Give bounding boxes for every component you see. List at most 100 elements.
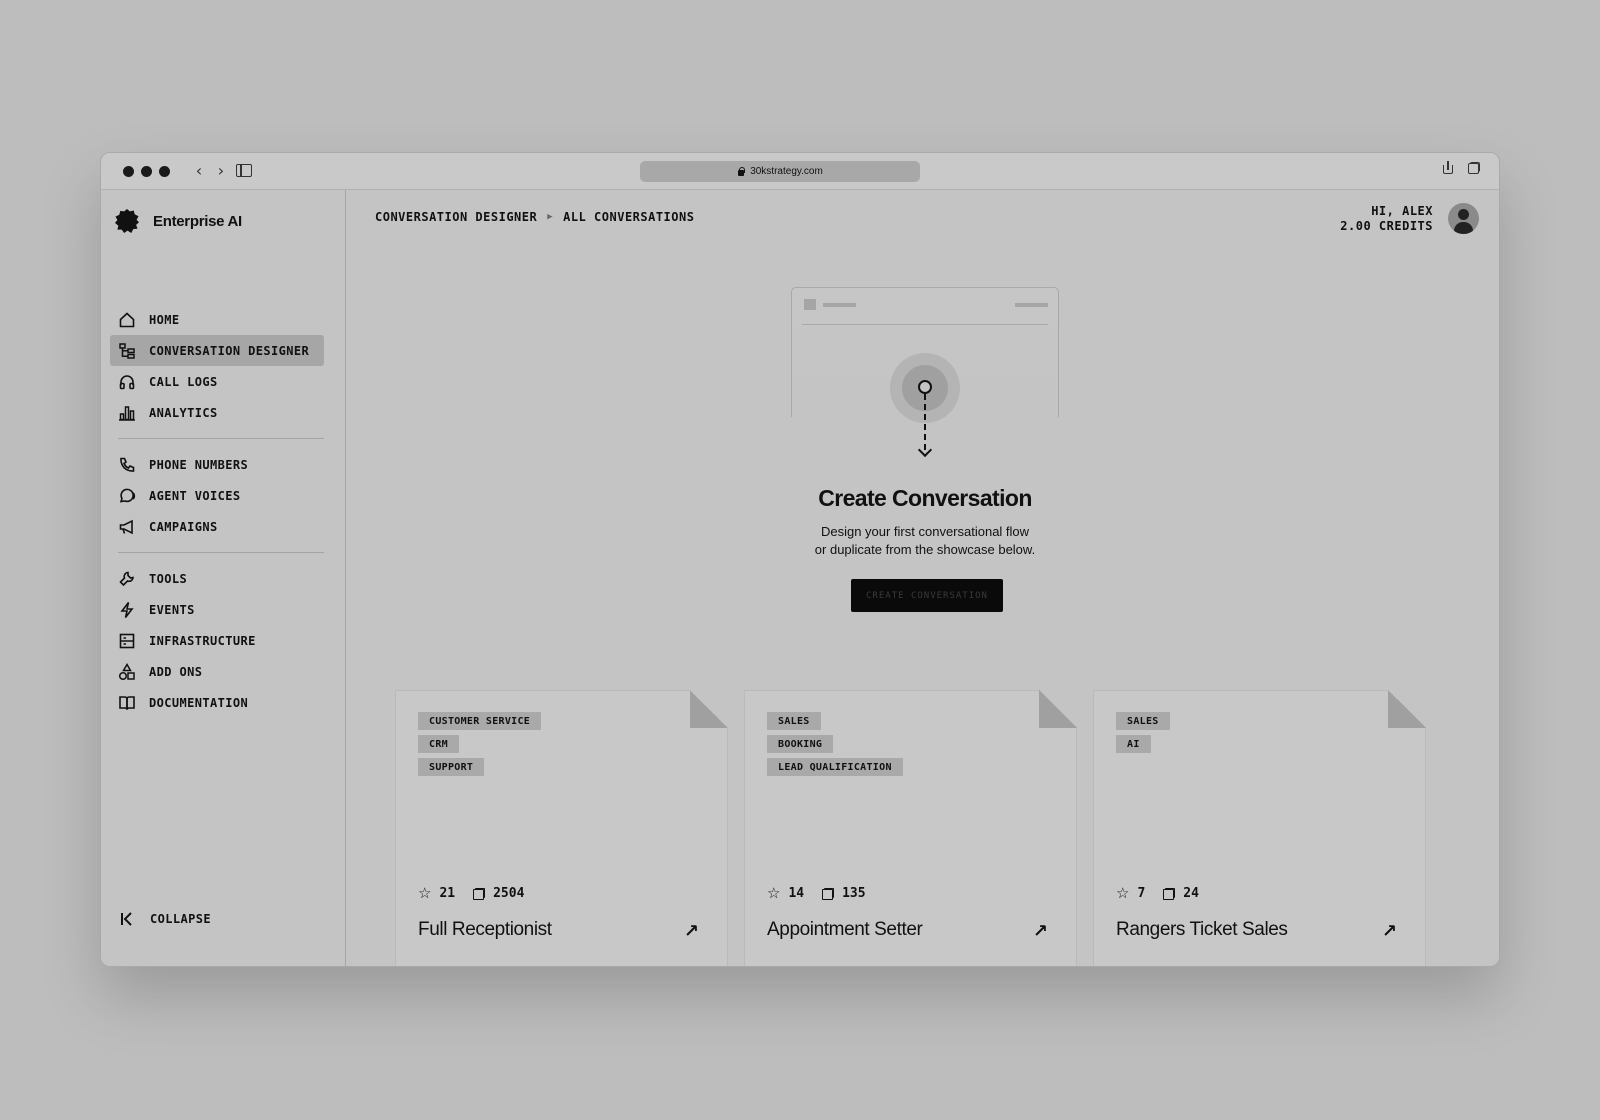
hero-subtitle-line: or duplicate from the showcase below.: [814, 542, 1036, 557]
showcase-card-full-receptionist[interactable]: CUSTOMER SERVICE CRM SUPPORT ☆ 21 2504 F…: [395, 690, 728, 967]
sidebar-item-label: ANALYTICS: [149, 405, 218, 420]
sidebar-item-label: DOCUMENTATION: [149, 695, 249, 710]
sidebar-item-events[interactable]: EVENTS: [110, 594, 324, 625]
star-count: 7: [1137, 886, 1146, 901]
card-stats: ☆ 21 2504: [418, 886, 524, 901]
empty-state-illustration: [791, 287, 1059, 458]
sidebar-item-campaigns[interactable]: CAMPAIGNS: [110, 511, 324, 542]
copy-count: 135: [842, 886, 866, 901]
star-count: 14: [788, 886, 805, 901]
collapse-button[interactable]: COLLAPSE: [118, 910, 211, 928]
arrow-up-right-icon[interactable]: ↗: [1382, 921, 1397, 942]
collapse-icon: [121, 912, 132, 926]
avatar[interactable]: [1448, 203, 1479, 234]
shapes-icon: [118, 662, 135, 680]
illustration-bar: [1015, 303, 1048, 307]
phone-icon: [120, 457, 135, 472]
sidebar-item-label: PHONE NUMBERS: [149, 457, 249, 472]
headphones-icon: [119, 374, 135, 389]
browser-window: ‹ › 30kstrategy.com Enterprise AI HOME C…: [100, 152, 1500, 967]
breadcrumb-item-conversation-designer[interactable]: CONVERSATION DESIGNER: [375, 210, 537, 224]
sidebar-item-label: CONVERSATION DESIGNER: [149, 343, 310, 358]
showcase-card-appointment-setter[interactable]: SALES BOOKING LEAD QUALIFICATION ☆ 14 13…: [744, 690, 1077, 967]
window-controls: [123, 166, 170, 177]
arrow-down-icon: [917, 442, 933, 458]
minimize-window-button[interactable]: [141, 166, 152, 177]
close-window-button[interactable]: [123, 166, 134, 177]
star-count: 21: [439, 886, 456, 901]
sidebar-item-analytics[interactable]: ANALYTICS: [110, 397, 324, 428]
maximize-window-button[interactable]: [159, 166, 170, 177]
brand[interactable]: Enterprise AI: [113, 208, 242, 234]
sidebar-item-label: CAMPAIGNS: [149, 519, 218, 534]
sidebar-item-home[interactable]: HOME: [110, 304, 324, 335]
user-credits: 2.00 CREDITS: [1340, 219, 1433, 233]
sidebar-item-tools[interactable]: TOOLS: [110, 563, 324, 594]
collapse-label: COLLAPSE: [150, 912, 211, 926]
lock-icon: [737, 167, 746, 176]
sidebar-item-conversation-designer[interactable]: CONVERSATION DESIGNER: [110, 335, 324, 366]
illustration-divider: [802, 324, 1048, 325]
breadcrumb-separator-icon: ▶: [547, 212, 554, 222]
server-icon: [119, 633, 135, 648]
sidebar-nav: HOME CONVERSATION DESIGNER CALL LOGS ANA…: [110, 304, 324, 718]
sidebar-item-call-logs[interactable]: CALL LOGS: [110, 366, 324, 397]
sidebar: Enterprise AI HOME CONVERSATION DESIGNER…: [101, 190, 346, 966]
tag: CRM: [418, 735, 459, 753]
card-title: Rangers Ticket Sales: [1116, 919, 1288, 940]
sidebar-item-label: TOOLS: [149, 571, 188, 586]
arrow-up-right-icon[interactable]: ↗: [684, 921, 699, 942]
sidebar-item-infrastructure[interactable]: INFRASTRUCTURE: [110, 625, 324, 656]
copy-icon[interactable]: [473, 888, 485, 900]
card-stats: ☆ 14 135: [767, 886, 866, 901]
create-conversation-button[interactable]: CREATE CONVERSATION: [851, 579, 1003, 612]
flow-icon: [119, 342, 135, 359]
card-title: Full Receptionist: [418, 919, 552, 940]
sidebar-item-phone-numbers[interactable]: PHONE NUMBERS: [110, 449, 324, 480]
address-bar[interactable]: 30kstrategy.com: [640, 161, 920, 182]
wrench-icon: [119, 571, 134, 586]
hero-title: Create Conversation: [818, 485, 1032, 511]
hero-subtitle-line: Design your first conversational flow: [820, 524, 1030, 539]
sidebar-item-agent-voices[interactable]: AGENT VOICES: [110, 480, 324, 511]
tag: SALES: [767, 712, 821, 730]
card-fold-corner: [690, 690, 728, 728]
sidebar-item-label: HOME: [149, 312, 180, 327]
tag: SUPPORT: [418, 758, 484, 776]
megaphone-icon: [119, 519, 133, 534]
flow-dashed-line: [924, 394, 926, 450]
back-icon[interactable]: ‹: [191, 161, 207, 181]
share-icon[interactable]: [1441, 161, 1455, 175]
home-icon: [119, 311, 135, 327]
nav-divider: [118, 438, 324, 439]
tabs-overview-icon[interactable]: [1467, 161, 1481, 175]
bar-chart-icon: [119, 405, 135, 421]
breadcrumb: CONVERSATION DESIGNER ▶ ALL CONVERSATION…: [375, 210, 694, 224]
tag: AI: [1116, 735, 1151, 753]
showcase-card-rangers-ticket-sales[interactable]: SALES AI ☆ 7 24 Rangers Ticket Sales ↗: [1093, 690, 1426, 967]
copy-count: 24: [1183, 886, 1199, 901]
arrow-up-right-icon[interactable]: ↗: [1033, 921, 1048, 942]
card-tags: SALES BOOKING LEAD QUALIFICATION: [767, 712, 903, 776]
browser-toolbar: ‹ › 30kstrategy.com: [101, 153, 1499, 190]
tag: CUSTOMER SERVICE: [418, 712, 541, 730]
forward-icon[interactable]: ›: [213, 161, 229, 181]
url-text: 30kstrategy.com: [750, 166, 823, 177]
sidebar-item-label: INFRASTRUCTURE: [149, 633, 256, 648]
sidebar-item-add-ons[interactable]: ADD ONS: [110, 656, 324, 687]
user-info: HI, ALEX 2.00 CREDITS: [1340, 204, 1433, 234]
copy-count: 2504: [493, 886, 525, 901]
copy-icon[interactable]: [1163, 888, 1175, 900]
breadcrumb-item-all-conversations: ALL CONVERSATIONS: [563, 210, 695, 224]
star-icon[interactable]: ☆: [418, 886, 431, 901]
copy-icon[interactable]: [822, 888, 834, 900]
star-icon[interactable]: ☆: [1116, 886, 1129, 901]
sidebar-item-documentation[interactable]: DOCUMENTATION: [110, 687, 324, 718]
sidebar-toggle-icon[interactable]: [236, 164, 252, 177]
tag: LEAD QUALIFICATION: [767, 758, 903, 776]
user-greeting: HI, ALEX: [1371, 204, 1433, 218]
star-icon[interactable]: ☆: [767, 886, 780, 901]
brand-logo-icon: [113, 208, 141, 234]
voice-icon: [119, 488, 136, 502]
sidebar-item-label: AGENT VOICES: [149, 488, 241, 503]
